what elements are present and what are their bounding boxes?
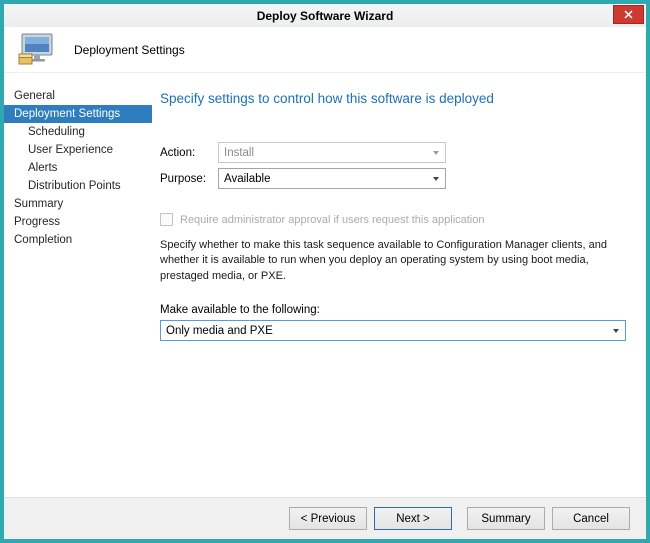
wizard-body: General Deployment Settings Scheduling U… [4, 73, 646, 497]
page-title: Specify settings to control how this sof… [160, 91, 626, 106]
wizard-footer: < Previous Next > Summary Cancel [4, 497, 646, 539]
action-value: Install [224, 147, 254, 159]
sidebar-item-summary[interactable]: Summary [4, 195, 152, 213]
purpose-label: Purpose: [160, 173, 218, 185]
sidebar-item-completion[interactable]: Completion [4, 231, 152, 249]
action-row: Action: Install [160, 142, 626, 163]
cancel-button[interactable]: Cancel [552, 507, 630, 530]
sidebar-item-distribution-points[interactable]: Distribution Points [4, 177, 152, 195]
settings-form: Action: Install Purpose: Available [160, 142, 626, 189]
wizard-steps-sidebar: General Deployment Settings Scheduling U… [4, 73, 152, 497]
previous-button[interactable]: < Previous [289, 507, 367, 530]
action-dropdown[interactable]: Install [218, 142, 446, 163]
purpose-dropdown[interactable]: Available [218, 168, 446, 189]
deploy-software-wizard-window: Deploy Software Wizard Deployment Settin… [0, 0, 650, 543]
summary-button[interactable]: Summary [467, 507, 545, 530]
task-sequence-description: Specify whether to make this task sequen… [160, 238, 626, 284]
purpose-value: Available [224, 173, 270, 185]
make-available-dropdown[interactable]: Only media and PXE [160, 320, 626, 341]
sidebar-item-alerts[interactable]: Alerts [4, 159, 152, 177]
close-button[interactable] [613, 5, 644, 24]
purpose-dropdown-arrow-icon [427, 169, 445, 188]
sidebar-item-progress[interactable]: Progress [4, 213, 152, 231]
wizard-content: Specify settings to control how this sof… [152, 73, 646, 497]
sidebar-item-general[interactable]: General [4, 87, 152, 105]
approval-checkbox[interactable] [160, 213, 173, 226]
approval-checkbox-row: Require administrator approval if users … [160, 213, 626, 226]
action-label: Action: [160, 147, 218, 159]
close-icon [624, 10, 633, 19]
titlebar[interactable]: Deploy Software Wizard [4, 4, 646, 27]
approval-checkbox-label: Require administrator approval if users … [180, 214, 485, 226]
purpose-row: Purpose: Available [160, 168, 626, 189]
sidebar-item-deployment-settings[interactable]: Deployment Settings [4, 105, 152, 123]
wizard-header: Deployment Settings [4, 27, 646, 73]
next-button[interactable]: Next > [374, 507, 452, 530]
software-wizard-icon [16, 32, 58, 68]
make-available-dropdown-arrow-icon [607, 321, 625, 340]
window-title: Deploy Software Wizard [257, 9, 394, 23]
make-available-label: Make available to the following: [160, 304, 626, 316]
step-title: Deployment Settings [74, 43, 185, 57]
action-dropdown-arrow-icon [427, 143, 445, 162]
make-available-value: Only media and PXE [166, 325, 273, 337]
sidebar-item-user-experience[interactable]: User Experience [4, 141, 152, 159]
sidebar-item-scheduling[interactable]: Scheduling [4, 123, 152, 141]
